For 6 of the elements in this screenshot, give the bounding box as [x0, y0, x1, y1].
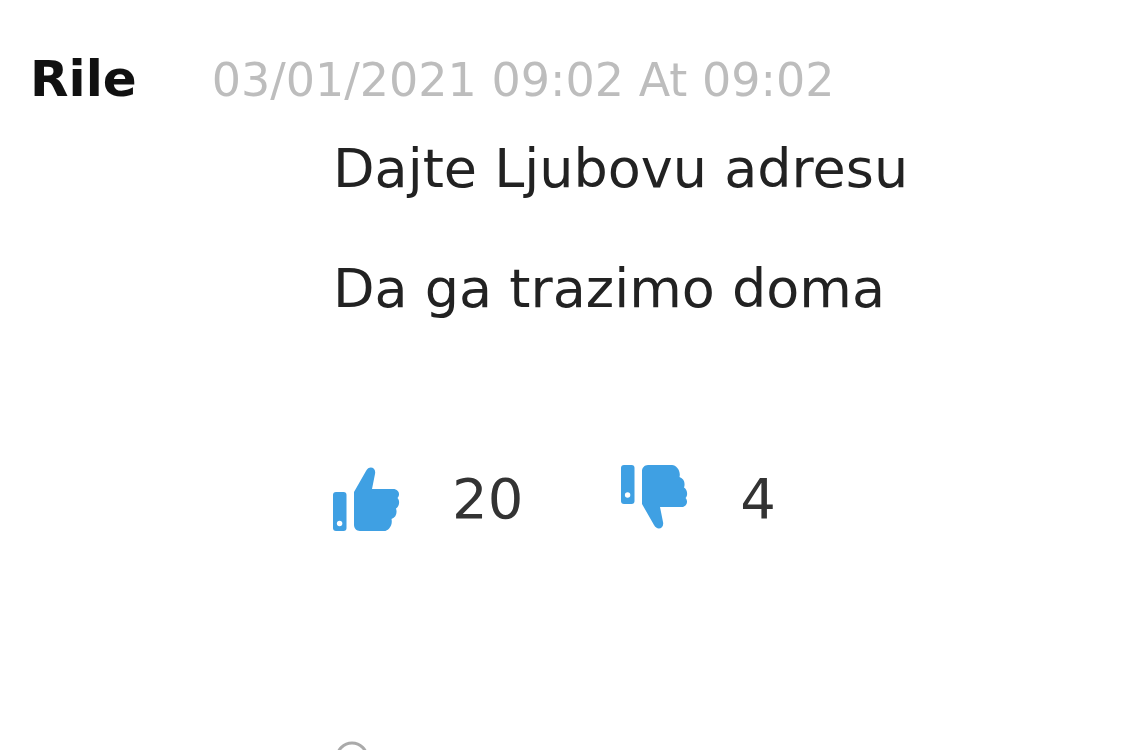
comment-timestamp: 03/01/2021 09:02 At 09:02: [211, 53, 835, 107]
dislike-button[interactable]: 4: [618, 462, 776, 534]
author-name: Rile: [30, 50, 137, 108]
comment-text: Dajte Ljubovu adresu: [333, 136, 910, 202]
comment-text: Da ga trazimo doma: [333, 256, 886, 322]
like-button[interactable]: 20: [330, 462, 524, 534]
